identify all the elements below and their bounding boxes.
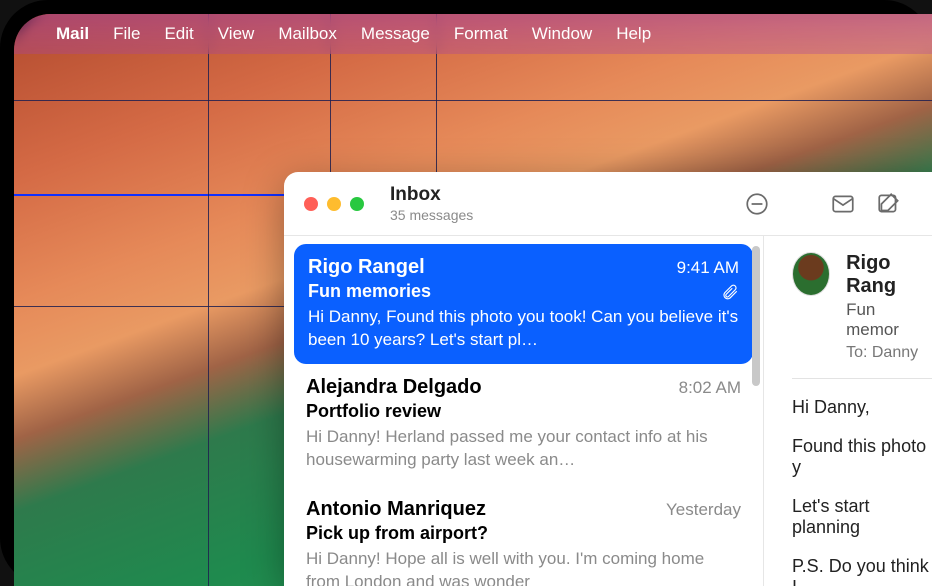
message-reader: Rigo Rang Fun memor To: Danny Hi Danny, … — [764, 236, 932, 586]
title-stack: Inbox 35 messages — [390, 184, 473, 224]
menubar-item-help[interactable]: Help — [616, 24, 651, 44]
new-mail-button[interactable] — [820, 186, 866, 222]
message-subject: Fun memories — [308, 281, 431, 302]
message-list[interactable]: Rigo Rangel 9:41 AM Fun memories Hi Dann… — [284, 236, 764, 586]
reader-body-line: Hi Danny, — [792, 397, 932, 418]
menubar-item-file[interactable]: File — [113, 24, 140, 44]
window-controls — [304, 197, 364, 211]
menubar-item-format[interactable]: Format — [454, 24, 508, 44]
menubar-item-window[interactable]: Window — [532, 24, 592, 44]
reader-to-value: Danny — [872, 344, 918, 361]
desktop: Mail File Edit View Mailbox Message Form… — [14, 14, 932, 586]
message-sender: Antonio Manriquez — [306, 498, 486, 521]
message-row[interactable]: Alejandra Delgado 8:02 AM Portfolio revi… — [284, 364, 763, 486]
reader-to: To: Danny — [846, 344, 932, 362]
message-preview: Hi Danny! Hope all is well with you. I'm… — [306, 548, 741, 586]
filter-button[interactable] — [734, 186, 780, 222]
titlebar: Inbox 35 messages — [284, 172, 932, 236]
message-preview: Hi Danny, Found this photo you took! Can… — [308, 306, 739, 352]
message-subject: Pick up from airport? — [306, 523, 488, 544]
menubar-item-view[interactable]: View — [218, 24, 255, 44]
close-button[interactable] — [304, 197, 318, 211]
guide-line — [14, 100, 932, 101]
content-area: Rigo Rangel 9:41 AM Fun memories Hi Dann… — [284, 236, 932, 586]
mail-window: Inbox 35 messages — [284, 172, 932, 586]
compose-button[interactable] — [866, 186, 912, 222]
device-bezel: Mail File Edit View Mailbox Message Form… — [0, 0, 932, 586]
message-time: Yesterday — [666, 500, 741, 520]
message-time: 8:02 AM — [679, 378, 741, 398]
reader-to-label: To: — [846, 344, 867, 361]
attachment-icon — [721, 283, 739, 301]
mailbox-subtitle: 35 messages — [390, 207, 473, 224]
zoom-button[interactable] — [350, 197, 364, 211]
message-subject: Portfolio review — [306, 401, 441, 422]
message-row[interactable]: Antonio Manriquez Yesterday Pick up from… — [284, 486, 763, 586]
menubar-item-mailbox[interactable]: Mailbox — [278, 24, 337, 44]
message-sender: Alejandra Delgado — [306, 376, 482, 399]
mailbox-title: Inbox — [390, 184, 473, 207]
message-time: 9:41 AM — [677, 258, 739, 278]
reader-body-line: P.S. Do you think I — [792, 556, 932, 586]
menubar: Mail File Edit View Mailbox Message Form… — [14, 14, 932, 54]
reader-from: Rigo Rang — [846, 252, 932, 298]
menubar-item-message[interactable]: Message — [361, 24, 430, 44]
scrollbar[interactable] — [752, 246, 760, 386]
message-row[interactable]: Rigo Rangel 9:41 AM Fun memories Hi Dann… — [294, 244, 753, 364]
reader-body-line: Let's start planning — [792, 496, 932, 538]
reader-subject: Fun memor — [846, 300, 932, 340]
message-preview: Hi Danny! Herland passed me your contact… — [306, 426, 741, 472]
reader-header: Rigo Rang Fun memor To: Danny — [792, 252, 932, 362]
avatar — [792, 252, 830, 296]
menubar-app[interactable]: Mail — [56, 24, 89, 44]
message-sender: Rigo Rangel — [308, 256, 425, 279]
divider — [792, 378, 932, 379]
minimize-button[interactable] — [327, 197, 341, 211]
guide-line — [208, 14, 209, 586]
reader-body-line: Found this photo y — [792, 436, 932, 478]
menubar-item-edit[interactable]: Edit — [164, 24, 193, 44]
